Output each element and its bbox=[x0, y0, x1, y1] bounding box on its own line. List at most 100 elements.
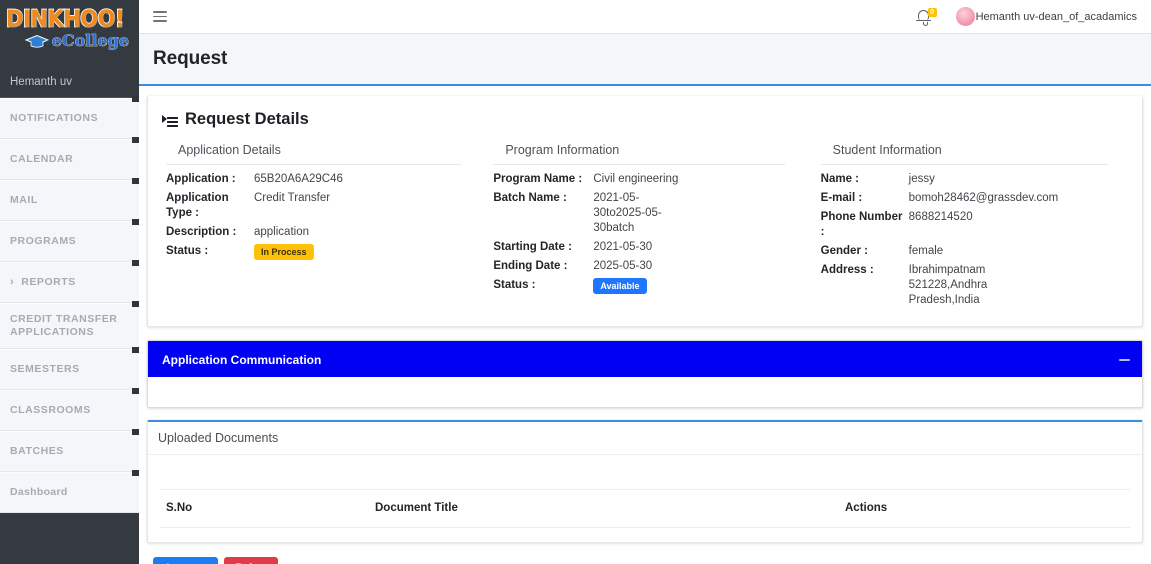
reject-button[interactable]: Reject bbox=[223, 556, 279, 564]
sidebar-item-classrooms[interactable]: CLASSROOMS bbox=[0, 388, 139, 431]
student-information-title: Student Information bbox=[820, 143, 1108, 165]
detail-row: Application Type : Credit Transfer bbox=[166, 191, 461, 221]
item-marker bbox=[132, 429, 139, 435]
application-communication-body bbox=[148, 377, 1142, 407]
detail-value: application bbox=[254, 226, 309, 238]
detail-key: Application : bbox=[166, 173, 236, 185]
sidebar-item-batches[interactable]: BATCHES bbox=[0, 429, 139, 472]
hamburger-icon[interactable] bbox=[153, 11, 167, 22]
sidebar-item-label: CALENDAR bbox=[10, 153, 74, 165]
detail-row: Name : jessy bbox=[821, 172, 1108, 187]
topbar-right: 0 Hemanth uv-dean_of_acadamics bbox=[915, 7, 1137, 27]
status-badge: Available bbox=[593, 278, 647, 294]
sidebar-item-mail[interactable]: MAIL bbox=[0, 178, 139, 221]
detail-value: 65B20A6A29C46 bbox=[254, 173, 343, 185]
brand-logo[interactable]: DINKHOO! eCollege bbox=[0, 0, 139, 68]
item-marker bbox=[132, 260, 139, 266]
sidebar-nav: NOTIFICATIONS CALENDAR MAIL PROGRAMS › R… bbox=[0, 96, 139, 513]
uploaded-documents-card: Uploaded Documents S.No Document Title A… bbox=[147, 420, 1143, 543]
brand-logo-word: DINKHOO! bbox=[5, 4, 125, 33]
detail-value: 8688214520 bbox=[908, 211, 973, 223]
bell-icon[interactable]: 0 bbox=[915, 7, 940, 27]
app-root: DINKHOO! eCollege Hemanth uv NOTIFICATIO… bbox=[0, 0, 1151, 564]
detail-key: Status : bbox=[166, 245, 209, 257]
topbar-user-name[interactable]: Hemanth uv-dean_of_acadamics bbox=[976, 11, 1137, 23]
content-area: Request Details Application Details Appl… bbox=[139, 86, 1151, 564]
page-title: Request bbox=[153, 48, 228, 69]
detail-row: Gender : female bbox=[821, 244, 1108, 259]
sidebar-item-semesters[interactable]: SEMESTERS bbox=[0, 347, 139, 390]
sidebar-item-dashboard[interactable]: Dashboard bbox=[0, 470, 139, 513]
documents-table: S.No Document Title Actions bbox=[160, 465, 1130, 528]
detail-row-status: Status : Available bbox=[493, 278, 784, 294]
detail-value: bomoh28462@grassdev.com bbox=[908, 192, 1059, 204]
main-area: 0 Hemanth uv-dean_of_acadamics Request R… bbox=[139, 0, 1151, 564]
detail-key: Description : bbox=[166, 226, 237, 238]
detail-key: Application Type : bbox=[166, 192, 229, 219]
detail-key: Phone Number : bbox=[820, 211, 903, 238]
detail-value: Ibrahimpatnam 521228,Andhra Pradesh,Indi… bbox=[908, 264, 988, 306]
column-header-sno[interactable]: S.No bbox=[160, 489, 375, 528]
approve-button[interactable]: Approve bbox=[153, 556, 218, 564]
sidebar-item-label: Dashboard bbox=[10, 486, 68, 498]
detail-row-status: Status : In Process bbox=[166, 244, 461, 260]
detail-key: Batch Name : bbox=[493, 192, 567, 204]
table-header-row: S.No Document Title Actions bbox=[160, 489, 1130, 528]
item-marker bbox=[132, 388, 139, 394]
detail-value: Credit Transfer bbox=[254, 192, 331, 204]
graduation-cap-icon bbox=[24, 34, 50, 48]
page-header: Request bbox=[139, 34, 1151, 86]
sidebar-item-label: REPORTS bbox=[21, 276, 76, 288]
sidebar-item-label: BATCHES bbox=[10, 445, 64, 457]
notification-badge: 0 bbox=[927, 7, 937, 17]
application-communication-title: Application Communication bbox=[162, 353, 322, 367]
sidebar-item-credit-transfer-applications[interactable]: CREDIT TRANSFER APPLICATIONS bbox=[0, 301, 139, 349]
detail-value: 2025-05-30 bbox=[593, 260, 653, 272]
detail-key: Status : bbox=[493, 279, 536, 291]
sidebar-item-programs[interactable]: PROGRAMS bbox=[0, 219, 139, 262]
detail-key: E-mail : bbox=[820, 192, 863, 204]
uploaded-documents-body: S.No Document Title Actions bbox=[148, 455, 1142, 542]
detail-row: Description : application bbox=[166, 225, 461, 240]
detail-row: Application : 65B20A6A29C46 bbox=[166, 172, 461, 187]
brand-logo-sub: eCollege bbox=[51, 31, 129, 50]
item-marker bbox=[132, 96, 139, 102]
detail-row: Address : Ibrahimpatnam 521228,Andhra Pr… bbox=[821, 263, 1108, 308]
program-information-column: Program Information Program Name : Civil… bbox=[483, 143, 806, 312]
request-details-heading-text: Request Details bbox=[185, 110, 309, 128]
detail-value: 2021-05-30 bbox=[593, 241, 653, 253]
item-marker bbox=[132, 219, 139, 225]
sidebar-item-label: NOTIFICATIONS bbox=[10, 112, 99, 124]
detail-key: Gender : bbox=[820, 245, 868, 257]
sidebar-item-label: CLASSROOMS bbox=[10, 404, 91, 416]
sidebar-item-label: PROGRAMS bbox=[10, 235, 77, 247]
sidebar-user-label: Hemanth uv bbox=[0, 68, 139, 98]
sidebar-item-calendar[interactable]: CALENDAR bbox=[0, 137, 139, 180]
detail-row: Starting Date : 2021-05-30 bbox=[493, 240, 784, 255]
detail-row: Phone Number : 8688214520 bbox=[821, 210, 1108, 240]
chevron-right-icon: › bbox=[10, 276, 15, 288]
uploaded-documents-title: Uploaded Documents bbox=[148, 422, 1142, 455]
detail-value: jessy bbox=[908, 173, 935, 185]
detail-key: Name : bbox=[820, 173, 860, 185]
minus-icon[interactable] bbox=[1119, 359, 1130, 361]
sidebar-item-label: MAIL bbox=[10, 194, 38, 206]
sidebar-item-notifications[interactable]: NOTIFICATIONS bbox=[0, 96, 139, 139]
item-marker bbox=[132, 301, 139, 307]
application-communication-card: Application Communication bbox=[147, 340, 1143, 408]
item-marker bbox=[132, 470, 139, 476]
details-columns: Application Details Application : 65B20A… bbox=[160, 143, 1130, 312]
sidebar: DINKHOO! eCollege Hemanth uv NOTIFICATIO… bbox=[0, 0, 139, 564]
detail-key: Ending Date : bbox=[493, 260, 568, 272]
program-information-title: Program Information bbox=[493, 143, 785, 165]
sidebar-item-reports[interactable]: › REPORTS bbox=[0, 260, 139, 303]
column-header-document-title[interactable]: Document Title bbox=[375, 489, 845, 528]
request-details-card: Request Details Application Details Appl… bbox=[147, 96, 1143, 327]
detail-row: E-mail : bomoh28462@grassdev.com bbox=[821, 191, 1108, 206]
detail-key: Address : bbox=[820, 264, 874, 276]
avatar[interactable] bbox=[955, 7, 975, 26]
student-information-column: Student Information Name : jessy E-mail … bbox=[807, 143, 1130, 312]
table-toolbar-row bbox=[160, 465, 1130, 490]
application-communication-header[interactable]: Application Communication bbox=[148, 341, 1142, 377]
column-header-actions[interactable]: Actions bbox=[845, 489, 1130, 528]
